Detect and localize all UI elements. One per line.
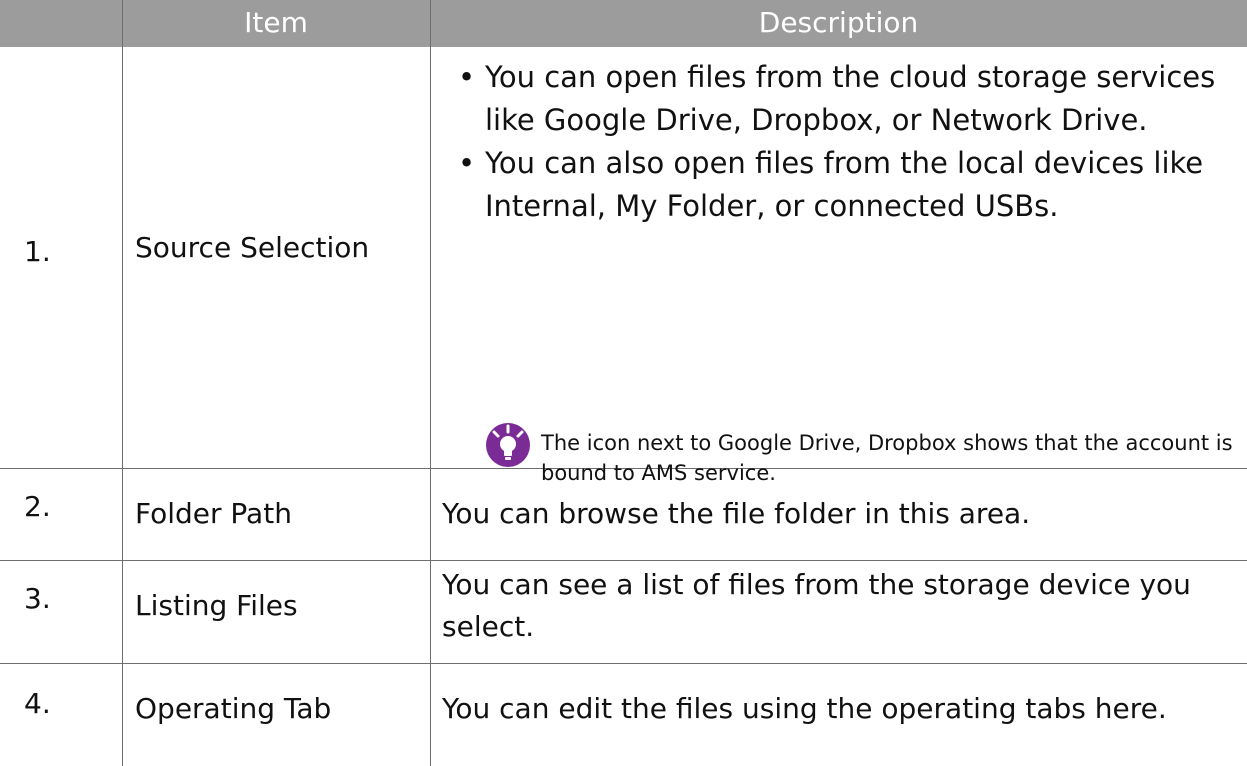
table-header-row: Item Description <box>0 0 1247 47</box>
bullet-item: • You can open files from the cloud stor… <box>450 56 1240 142</box>
column-divider <box>122 0 123 766</box>
row-item: Folder Path <box>135 497 292 530</box>
bullet-item: • You can also open files from the local… <box>450 142 1240 228</box>
header-item: Item <box>244 6 308 39</box>
bullet-text: You can open files from the cloud storag… <box>485 60 1216 137</box>
description-bullets: • You can open files from the cloud stor… <box>450 56 1240 228</box>
header-number <box>0 0 122 47</box>
row-number: 4. <box>24 687 51 720</box>
row-description: You can see a list of files from the sto… <box>442 568 1191 643</box>
row-number: 3. <box>24 582 51 615</box>
row-description: You can browse the file folder in this a… <box>442 497 1031 530</box>
row-divider <box>0 560 1247 561</box>
bullet-text: You can also open files from the local d… <box>485 146 1204 223</box>
row-description: You can edit the files using the operati… <box>442 692 1167 725</box>
bullet-icon: • <box>458 60 476 94</box>
row-item: Operating Tab <box>135 692 332 725</box>
tip-text: The icon next to Google Drive, Dropbox s… <box>541 431 1233 485</box>
row-divider <box>0 663 1247 664</box>
row-number: 1. <box>24 235 51 268</box>
row-item: Listing Files <box>135 589 298 622</box>
column-divider <box>430 0 431 766</box>
feature-table: Item Description 1. Source Selection • Y… <box>0 0 1247 766</box>
lightbulb-icon <box>486 423 530 467</box>
header-description: Description <box>758 6 919 39</box>
row-item: Source Selection <box>135 231 370 264</box>
bullet-icon: • <box>458 146 476 180</box>
row-number: 2. <box>24 490 51 523</box>
